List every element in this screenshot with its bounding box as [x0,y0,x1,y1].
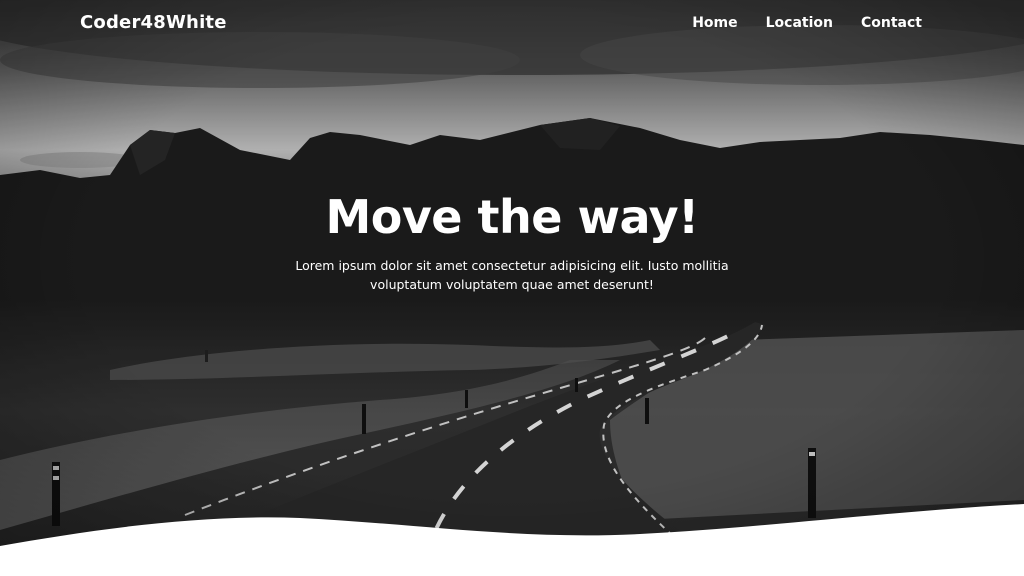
hero-section: Coder48White Home Location Contact Move … [0,0,1024,576]
top-navbar: Coder48White Home Location Contact [0,0,1024,48]
nav-link-home[interactable]: Home [692,15,737,31]
hero-subtitle: Lorem ipsum dolor sit amet consectetur a… [295,258,729,292]
nav-link-location[interactable]: Location [766,15,833,31]
hero-title: Move the way! [325,190,699,244]
hero-content: Move the way! Lorem ipsum dolor sit amet… [0,190,1024,294]
brand-logo[interactable]: Coder48White [80,12,227,33]
nav-link-contact[interactable]: Contact [861,15,922,31]
nav-links: Home Location Contact [692,15,922,31]
